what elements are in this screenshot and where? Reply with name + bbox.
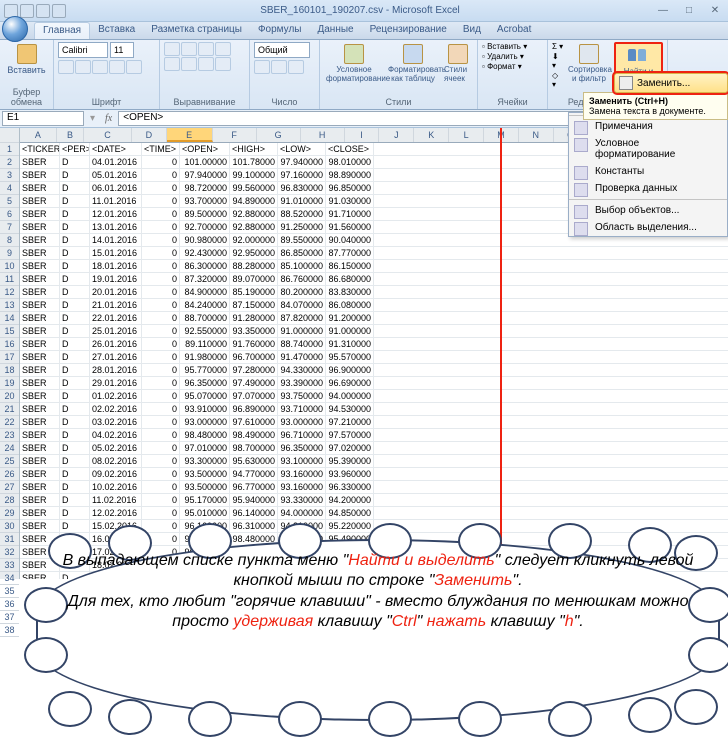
col-header[interactable]: I <box>345 128 380 142</box>
font-name[interactable]: Calibri <box>58 42 108 58</box>
ctx-selection-pane[interactable]: Область выделения... <box>569 219 727 236</box>
table-row[interactable]: SBERD03.02.2016093.00000097.61000093.000… <box>20 416 728 429</box>
ctx-validation[interactable]: Проверка данных <box>569 180 727 197</box>
tab-home[interactable]: Главная <box>34 22 90 39</box>
instruction-bubble: В выпадающем списке пункта меню "Найти и… <box>38 541 718 719</box>
col-header[interactable]: H <box>301 128 345 142</box>
cell-styles[interactable]: Стили ячеек <box>442 42 473 85</box>
close-button[interactable]: ✕ <box>702 2 728 20</box>
find-dropdown: Примечания Условное форматирование Конст… <box>568 112 728 237</box>
col-header[interactable]: G <box>257 128 301 142</box>
office-button[interactable] <box>2 16 28 42</box>
name-box[interactable]: E1 <box>2 111 84 126</box>
table-row[interactable]: SBERD01.02.2016095.07000097.07000093.750… <box>20 390 728 403</box>
cells-format[interactable]: ▫ Формат ▾ <box>482 62 522 71</box>
paste-button[interactable]: Вставить <box>4 42 49 77</box>
col-header[interactable]: A <box>20 128 57 142</box>
col-header[interactable]: J <box>379 128 414 142</box>
number-format[interactable]: Общий <box>254 42 310 58</box>
quick-access-toolbar[interactable] <box>0 4 70 18</box>
fx-icon[interactable]: fx <box>99 113 118 124</box>
table-row[interactable]: SBERD18.01.2016086.30000088.28000085.100… <box>20 260 728 273</box>
table-row[interactable]: SBERD04.02.2016098.48000098.49000096.710… <box>20 429 728 442</box>
ribbon-tabs: Главная Вставка Разметка страницы Формул… <box>0 22 728 40</box>
table-row[interactable]: SBERD11.02.2016095.17000095.94000093.330… <box>20 494 728 507</box>
format-table[interactable]: Форматировать как таблицу <box>386 42 440 85</box>
replace-tooltip: Заменить (Ctrl+H)Замена текста в докумен… <box>583 92 728 120</box>
cond-format[interactable]: Условное форматирование <box>324 42 384 85</box>
table-row[interactable]: SBERD05.02.2016097.01000098.70000096.350… <box>20 442 728 455</box>
col-header[interactable]: N <box>519 128 554 142</box>
table-row[interactable]: SBERD22.01.2016088.70000091.28000087.820… <box>20 312 728 325</box>
ctx-cond-format[interactable]: Условное форматирование <box>569 135 727 163</box>
tab-page-layout[interactable]: Разметка страницы <box>143 22 250 39</box>
sort-filter[interactable]: Сортировка и фильтр <box>566 42 612 85</box>
table-row[interactable]: SBERD29.01.2016096.35000097.49000093.390… <box>20 377 728 390</box>
table-row[interactable]: SBERD08.02.2016093.30000095.63000093.100… <box>20 455 728 468</box>
ctx-comments[interactable]: Примечания <box>569 118 727 135</box>
col-header[interactable]: K <box>414 128 449 142</box>
col-header[interactable]: E <box>167 128 213 142</box>
ctx-select-objects[interactable]: Выбор объектов... <box>569 202 727 219</box>
col-header[interactable]: C <box>84 128 132 142</box>
cells-delete[interactable]: ▫ Удалить ▾ <box>482 52 524 61</box>
tab-insert[interactable]: Вставка <box>90 22 143 39</box>
ctx-constants[interactable]: Константы <box>569 163 727 180</box>
table-row[interactable]: SBERD02.02.2016093.91000096.89000093.710… <box>20 403 728 416</box>
table-row[interactable]: SBERD27.01.2016091.98000096.70000091.470… <box>20 351 728 364</box>
table-row[interactable]: SBERD12.02.2016095.01000096.14000094.000… <box>20 507 728 520</box>
font-style-row[interactable] <box>58 60 142 74</box>
col-header[interactable]: D <box>132 128 167 142</box>
tab-view[interactable]: Вид <box>455 22 489 39</box>
col-header[interactable]: F <box>213 128 257 142</box>
table-row[interactable]: SBERD28.01.2016095.77000097.28000094.330… <box>20 364 728 377</box>
font-size[interactable]: 11 <box>110 42 134 58</box>
table-row[interactable]: SBERD15.01.2016092.43000092.95000086.850… <box>20 247 728 260</box>
cells-insert[interactable]: ▫ Вставить ▾ <box>482 42 527 51</box>
tab-data[interactable]: Данные <box>309 22 361 39</box>
tab-formulas[interactable]: Формулы <box>250 22 310 39</box>
table-row[interactable]: SBERD25.01.2016092.55000093.35000091.000… <box>20 325 728 338</box>
replace-menu-item[interactable]: Заменить... <box>614 73 728 93</box>
table-row[interactable]: SBERD19.01.2016087.32000089.07000086.760… <box>20 273 728 286</box>
window-title: SBER_160101_190207.csv - Microsoft Excel <box>70 5 650 16</box>
table-row[interactable]: SBERD20.01.2016084.90000085.19000080.200… <box>20 286 728 299</box>
minimize-button[interactable]: — <box>650 2 676 20</box>
table-row[interactable]: SBERD09.02.2016093.50000094.77000093.160… <box>20 468 728 481</box>
maximize-button[interactable]: □ <box>676 2 702 20</box>
tab-acrobat[interactable]: Acrobat <box>489 22 539 39</box>
table-row[interactable]: SBERD10.02.2016093.50000096.77000093.160… <box>20 481 728 494</box>
tab-review[interactable]: Рецензирование <box>362 22 455 39</box>
table-row[interactable]: SBERD26.01.2016089.11000091.76000088.740… <box>20 338 728 351</box>
col-header[interactable]: B <box>57 128 85 142</box>
table-row[interactable]: SBERD21.01.2016084.24000087.15000084.070… <box>20 299 728 312</box>
binoculars-icon <box>626 46 650 66</box>
col-header[interactable]: L <box>449 128 484 142</box>
